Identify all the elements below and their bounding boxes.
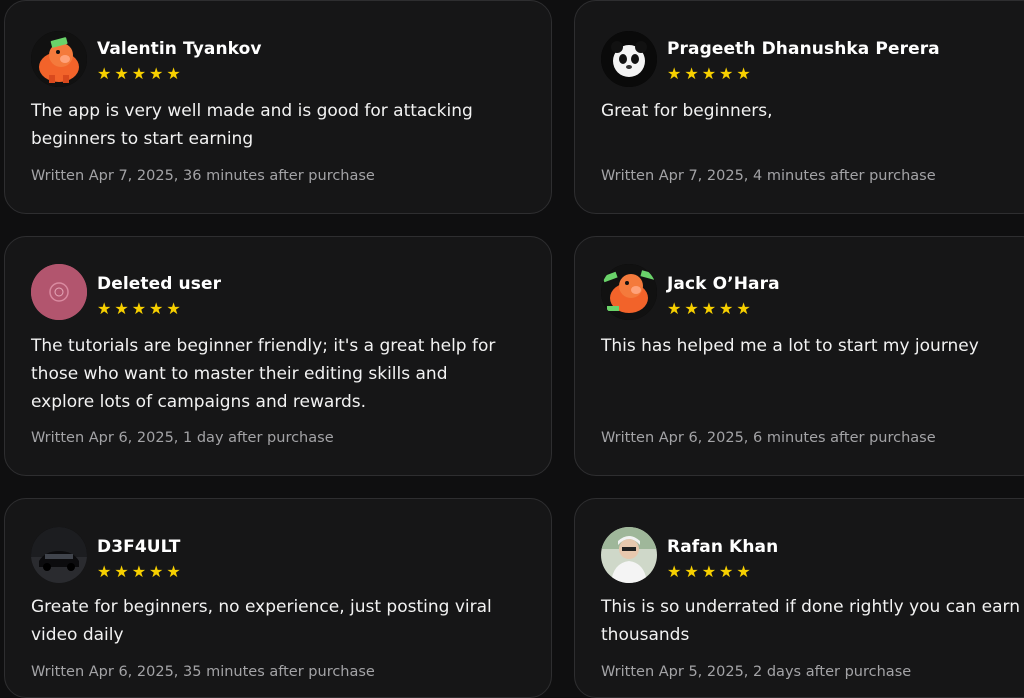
person-photo-icon [601, 527, 657, 583]
review-text: This has helped me a lot to start my jou… [601, 336, 979, 356]
car-photo-icon [31, 527, 87, 583]
review-card: Prageeth Dhanushka Perera ★★★★★ Great fo… [574, 0, 1024, 214]
reviewer-name: Prageeth Dhanushka Perera [667, 39, 940, 59]
review-date: Written Apr 6, 2025, 6 minutes after pur… [601, 430, 936, 446]
star-rating: ★★★★★ [667, 64, 754, 83]
reviewer-name: Valentin Tyankov [97, 39, 262, 59]
star-rating: ★★★★★ [667, 562, 754, 581]
review-text: This is so underrated if done rightly yo… [601, 597, 1020, 645]
reviewer-name: Jack O’Hara [667, 274, 780, 294]
review-date: Written Apr 7, 2025, 36 minutes after pu… [31, 168, 375, 184]
review-card: Valentin Tyankov ★★★★★ The app is very w… [4, 0, 552, 214]
review-date: Written Apr 6, 2025, 1 day after purchas… [31, 430, 334, 446]
star-rating: ★★★★★ [667, 299, 754, 318]
review-text: Great for beginners, [601, 101, 773, 121]
review-date: Written Apr 6, 2025, 35 minutes after pu… [31, 664, 375, 680]
review-card: Jack O’Hara ★★★★★ This has helped me a l… [574, 236, 1024, 476]
reviewer-name: D3F4ULT [97, 537, 181, 557]
pig-mascot-icon [31, 31, 87, 87]
deleted-user-icon [31, 264, 87, 320]
star-rating: ★★★★★ [97, 562, 184, 581]
panda-icon [601, 31, 657, 87]
review-card: Deleted user ★★★★★ The tutorials are beg… [4, 236, 552, 476]
reviewer-name: Rafan Khan [667, 537, 779, 557]
review-text: The app is very well made and is good fo… [31, 101, 473, 149]
reviewer-name: Deleted user [97, 274, 222, 294]
review-card: Rafan Khan ★★★★★ This is so underrated i… [574, 498, 1024, 698]
review-text: The tutorials are beginner friendly; it'… [31, 336, 496, 412]
pig-mascot-icon [601, 264, 657, 320]
star-rating: ★★★★★ [97, 64, 184, 83]
review-date: Written Apr 5, 2025, 2 days after purcha… [601, 664, 912, 680]
review-date: Written Apr 7, 2025, 4 minutes after pur… [601, 168, 936, 184]
star-rating: ★★★★★ [97, 299, 184, 318]
review-text: Greate for beginners, no experience, jus… [31, 597, 492, 645]
review-card: D3F4ULT ★★★★★ Greate for beginners, no e… [4, 498, 552, 698]
